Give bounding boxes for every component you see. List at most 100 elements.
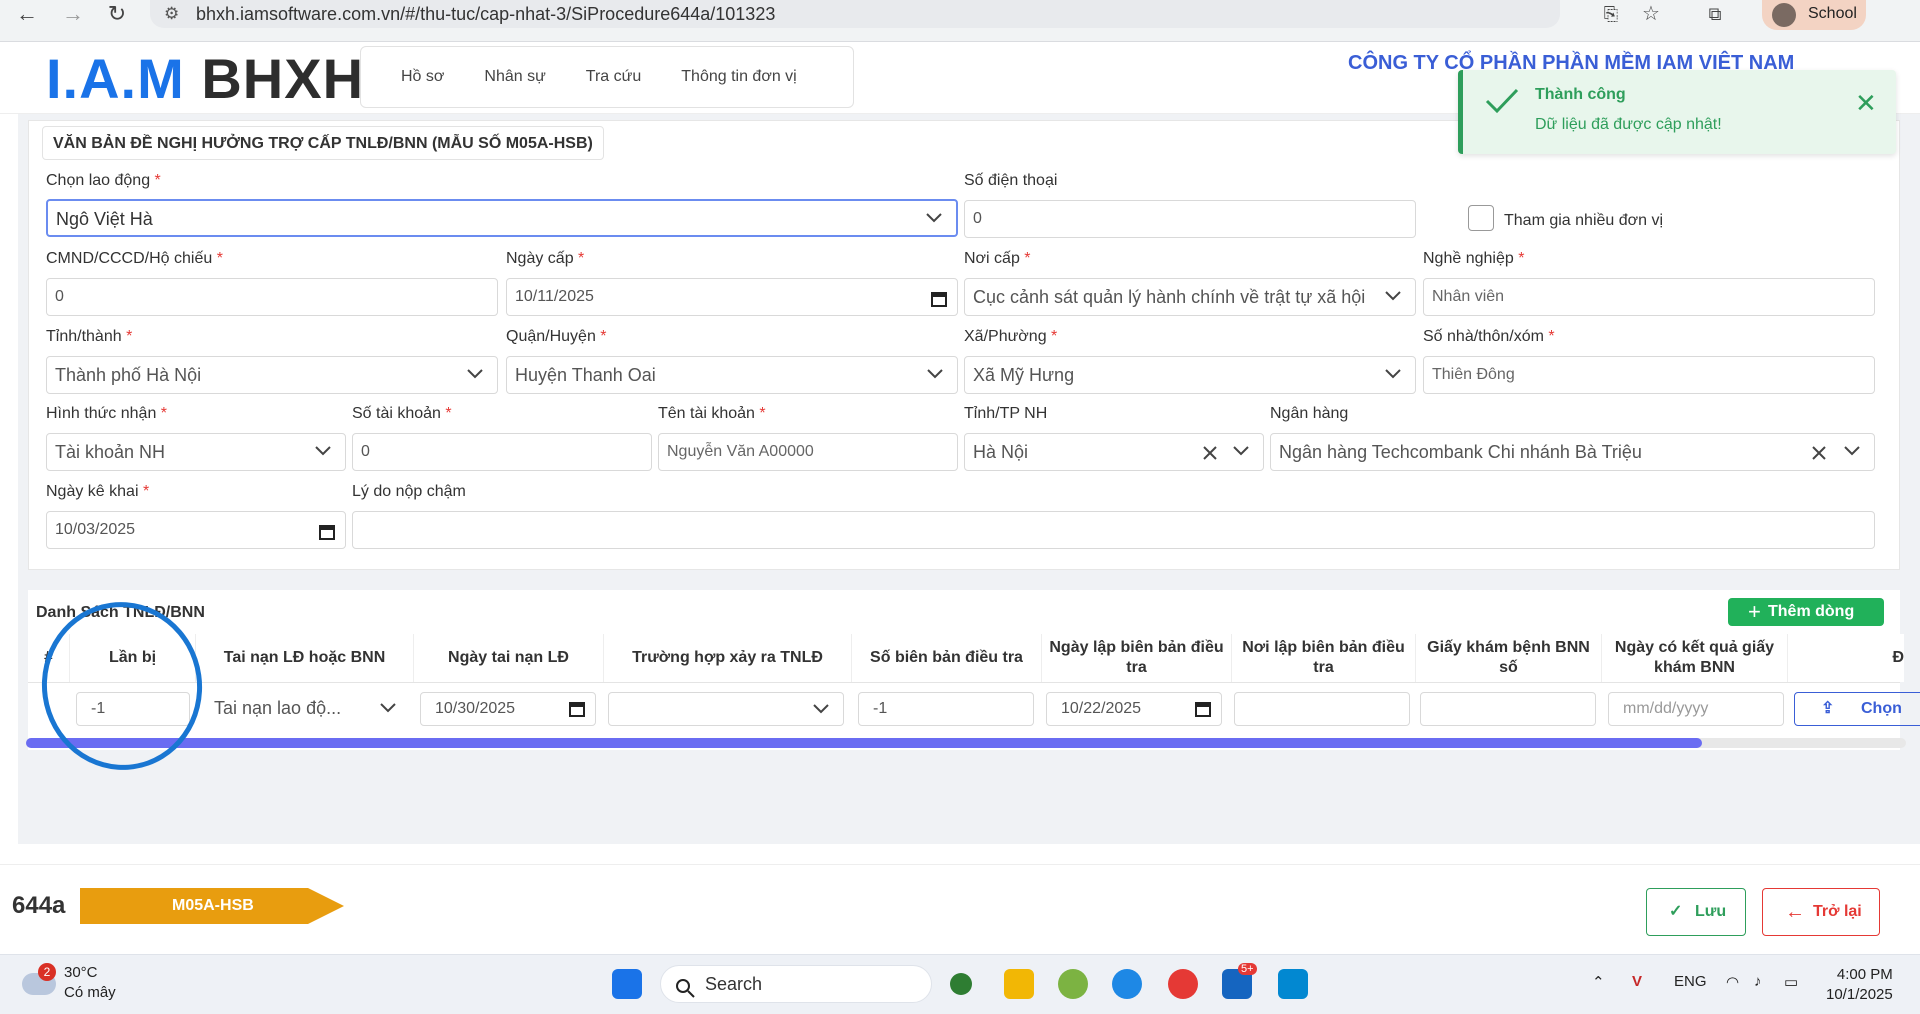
col-header-giay-kham: Giấy khám bệnh BNN số	[1416, 634, 1602, 682]
employee-select[interactable]: Ngô Việt Hà	[46, 199, 958, 237]
form-code-badge: M05A-HSB	[80, 888, 344, 924]
v-app-icon[interactable]: V	[1632, 973, 1642, 990]
arrow-left-icon: ←	[1785, 901, 1805, 923]
late-reason-input[interactable]	[352, 511, 1875, 549]
bookmark-star-icon[interactable]: ☆	[1636, 3, 1666, 25]
photos-icon[interactable]	[1278, 969, 1308, 999]
chevron-down-icon	[1233, 434, 1249, 456]
app-green-icon[interactable]	[1058, 969, 1088, 999]
address-bar[interactable]: ⚙ bhxh.iamsoftware.com.vn/#/thu-tuc/cap-…	[150, 0, 1560, 28]
exam-number-input[interactable]	[1420, 692, 1596, 726]
volume-icon[interactable]: ♪	[1754, 973, 1762, 990]
label-ten-tai-khoan: Tên tài khoản *	[658, 405, 766, 422]
check-icon: ✓	[1669, 903, 1683, 920]
chevron-down-icon	[1385, 357, 1401, 379]
label-ngay-ke-khai: Ngày kê khai *	[46, 483, 150, 500]
report-number-input[interactable]: -1	[858, 692, 1034, 726]
clock[interactable]: 4:00 PM 10/1/2025	[1826, 965, 1893, 1005]
back-arrow-icon[interactable]: ←	[12, 3, 42, 25]
taskbar: 2 30°C Có mây Search 5+ ⌃ V ENG ◠ ♪ ▭ 4:0…	[0, 954, 1920, 1014]
bank-province-select[interactable]: Hà Nội	[964, 433, 1264, 471]
reload-icon[interactable]: ↻	[102, 3, 132, 25]
url-text: bhxh.iamsoftware.com.vn/#/thu-tuc/cap-nh…	[196, 4, 776, 24]
report-date-input[interactable]: 10/22/2025	[1046, 692, 1222, 726]
chrome-browser-icon[interactable]	[1168, 969, 1198, 999]
calendar-icon[interactable]	[931, 279, 947, 307]
file-explorer-icon[interactable]	[1004, 969, 1034, 999]
chevron-down-icon	[1844, 434, 1860, 456]
chevron-down-icon	[380, 692, 396, 713]
accident-date-input[interactable]: 10/30/2025	[420, 692, 596, 726]
accident-type-select[interactable]: Tai nạn lao độ...	[204, 692, 406, 726]
province-select[interactable]: Thành phố Hà Nội	[46, 356, 498, 394]
check-icon	[1485, 88, 1519, 119]
chevron-up-icon[interactable]: ⌃	[1592, 973, 1605, 991]
chevron-down-icon	[927, 357, 943, 379]
form-legend: VĂN BẢN ĐỀ NGHỊ HƯỞNG TRỢ CẤP TNLĐ/BNN (…	[42, 126, 604, 160]
label-ngan-hang: Ngân hàng	[1270, 405, 1349, 422]
issue-date-input[interactable]: 10/11/2025	[506, 278, 958, 316]
occupation-input[interactable]: Nhân viên	[1423, 278, 1875, 316]
col-header-tai-nan: Tai nạn LĐ hoặc BNN	[196, 634, 414, 682]
label-so-tai-khoan: Số tài khoản *	[352, 405, 452, 422]
account-name-input[interactable]: Nguyễn Văn A00000	[658, 433, 958, 471]
profile-name: School	[1808, 5, 1857, 22]
bank-select[interactable]: Ngân hàng Techcombank Chi nhánh Bà Triệu	[1270, 433, 1875, 471]
weather-widget[interactable]: 30°C Có mây	[64, 963, 116, 1003]
chevron-down-icon	[467, 357, 483, 379]
calendar-icon[interactable]	[569, 693, 585, 717]
battery-icon[interactable]: ▭	[1784, 973, 1798, 991]
add-row-button[interactable]: + Thêm dòng	[1728, 598, 1884, 626]
report-place-input[interactable]	[1234, 692, 1410, 726]
label-chon-lao-dong: Chọn lao động *	[46, 172, 161, 189]
choose-file-button[interactable]: ⇪ Chọn	[1794, 692, 1920, 726]
back-button[interactable]: ← Trở lại	[1762, 888, 1880, 936]
save-button[interactable]: ✓ Lưu	[1646, 888, 1746, 936]
header-divider	[28, 682, 1900, 683]
menu-item-nhan-su[interactable]: Nhân sự	[484, 68, 545, 86]
receive-method-select[interactable]: Tài khoản NH	[46, 433, 346, 471]
toast-message: Dữ liệu đã được cập nhật!	[1535, 116, 1722, 133]
wifi-icon[interactable]: ◠	[1726, 973, 1739, 991]
close-icon[interactable]: ✕	[1855, 90, 1877, 116]
zalo-badge: 5+	[1238, 963, 1257, 975]
case-type-select[interactable]	[608, 692, 844, 726]
col-header-ngay-lap: Ngày lập biên bản điều tra	[1042, 634, 1232, 682]
windows-start-icon[interactable]	[612, 969, 642, 999]
edge-browser-icon[interactable]	[1112, 969, 1142, 999]
issue-place-select[interactable]: Cục cảnh sát quản lý hành chính về trật …	[964, 278, 1416, 316]
district-select[interactable]: Huyện Thanh Oai	[506, 356, 958, 394]
install-app-icon[interactable]: ⎘	[1596, 3, 1626, 25]
address-input[interactable]: Thiên Đông	[1423, 356, 1875, 394]
calendar-icon[interactable]	[319, 512, 335, 540]
clear-x-icon[interactable]	[1812, 434, 1826, 460]
label-quan-huyen: Quận/Huyện *	[506, 328, 607, 345]
app-leaf-icon[interactable]	[950, 973, 972, 995]
ward-select[interactable]: Xã Mỹ Hưng	[964, 356, 1416, 394]
profile-chip[interactable]: School	[1762, 0, 1866, 30]
language-indicator[interactable]: ENG	[1674, 973, 1707, 990]
calendar-icon[interactable]	[1195, 693, 1211, 717]
account-number-input[interactable]: 0	[352, 433, 652, 471]
label-so-nha: Số nhà/thôn/xóm *	[1423, 328, 1555, 345]
extensions-icon[interactable]: ⧉	[1700, 3, 1730, 25]
menu-item-ho-so[interactable]: Hồ sơ	[401, 68, 444, 86]
browser-toolbar: ← → ↻ ⚙ bhxh.iamsoftware.com.vn/#/thu-tu…	[0, 0, 1920, 42]
exam-result-date-input[interactable]: mm/dd/yyyy	[1608, 692, 1784, 726]
col-header-ngay-tai-nan: Ngày tai nạn LĐ	[414, 634, 604, 682]
menu-item-tra-cuu[interactable]: Tra cứu	[586, 68, 641, 86]
site-settings-icon[interactable]: ⚙	[164, 0, 179, 28]
chevron-down-icon	[926, 201, 942, 223]
forward-arrow-icon[interactable]: →	[58, 3, 88, 25]
menu-item-thong-tin-don-vi[interactable]: Thông tin đơn vị	[681, 68, 796, 86]
multi-unit-checkbox[interactable]	[1468, 205, 1494, 231]
app-logo[interactable]: I.A.M BHXH	[46, 48, 364, 110]
id-number-input[interactable]: 0	[46, 278, 498, 316]
phone-input[interactable]: 0	[964, 200, 1416, 238]
declare-date-input[interactable]: 10/03/2025	[46, 511, 346, 549]
procedure-code: 644a	[12, 892, 66, 919]
horizontal-scrollbar-thumb[interactable]	[26, 738, 1702, 748]
taskbar-search[interactable]: Search	[660, 965, 932, 1003]
clear-x-icon[interactable]	[1203, 434, 1217, 460]
col-header-ngay-kq: Ngày có kết quả giấy khám BNN	[1602, 634, 1788, 682]
